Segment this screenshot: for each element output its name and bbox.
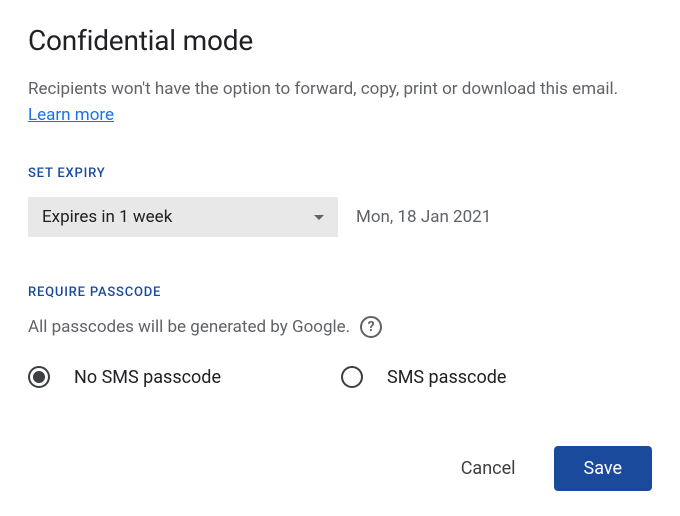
expiry-row: Expires in 1 week Mon, 18 Jan 2021 bbox=[28, 197, 652, 237]
dialog-description: Recipients won't have the option to forw… bbox=[28, 77, 652, 128]
dialog-title: Confidential mode bbox=[28, 24, 652, 57]
set-expiry-label: SET EXPIRY bbox=[28, 166, 652, 181]
save-button[interactable]: Save bbox=[554, 446, 653, 491]
dialog-button-row: Cancel Save bbox=[28, 446, 652, 491]
expiry-dropdown-value: Expires in 1 week bbox=[42, 207, 172, 227]
description-text: Recipients won't have the option to forw… bbox=[28, 79, 618, 99]
passcode-radio-group: No SMS passcode SMS passcode bbox=[28, 366, 652, 388]
learn-more-link[interactable]: Learn more bbox=[28, 105, 114, 125]
expiry-date: Mon, 18 Jan 2021 bbox=[356, 207, 491, 227]
radio-sms-passcode[interactable]: SMS passcode bbox=[341, 366, 506, 388]
expiry-dropdown[interactable]: Expires in 1 week bbox=[28, 197, 338, 237]
radio-selected-dot bbox=[33, 371, 45, 383]
passcode-hint-text: All passcodes will be generated by Googl… bbox=[28, 317, 350, 337]
radio-icon bbox=[341, 366, 363, 388]
passcode-hint-row: All passcodes will be generated by Googl… bbox=[28, 316, 652, 338]
require-passcode-label: REQUIRE PASSCODE bbox=[28, 285, 652, 300]
chevron-down-icon bbox=[314, 215, 324, 220]
radio-no-sms-passcode[interactable]: No SMS passcode bbox=[28, 366, 221, 388]
radio-label: SMS passcode bbox=[387, 367, 506, 388]
radio-label: No SMS passcode bbox=[74, 367, 221, 388]
cancel-button[interactable]: Cancel bbox=[443, 448, 534, 489]
radio-icon bbox=[28, 366, 50, 388]
help-icon[interactable]: ? bbox=[360, 316, 382, 338]
